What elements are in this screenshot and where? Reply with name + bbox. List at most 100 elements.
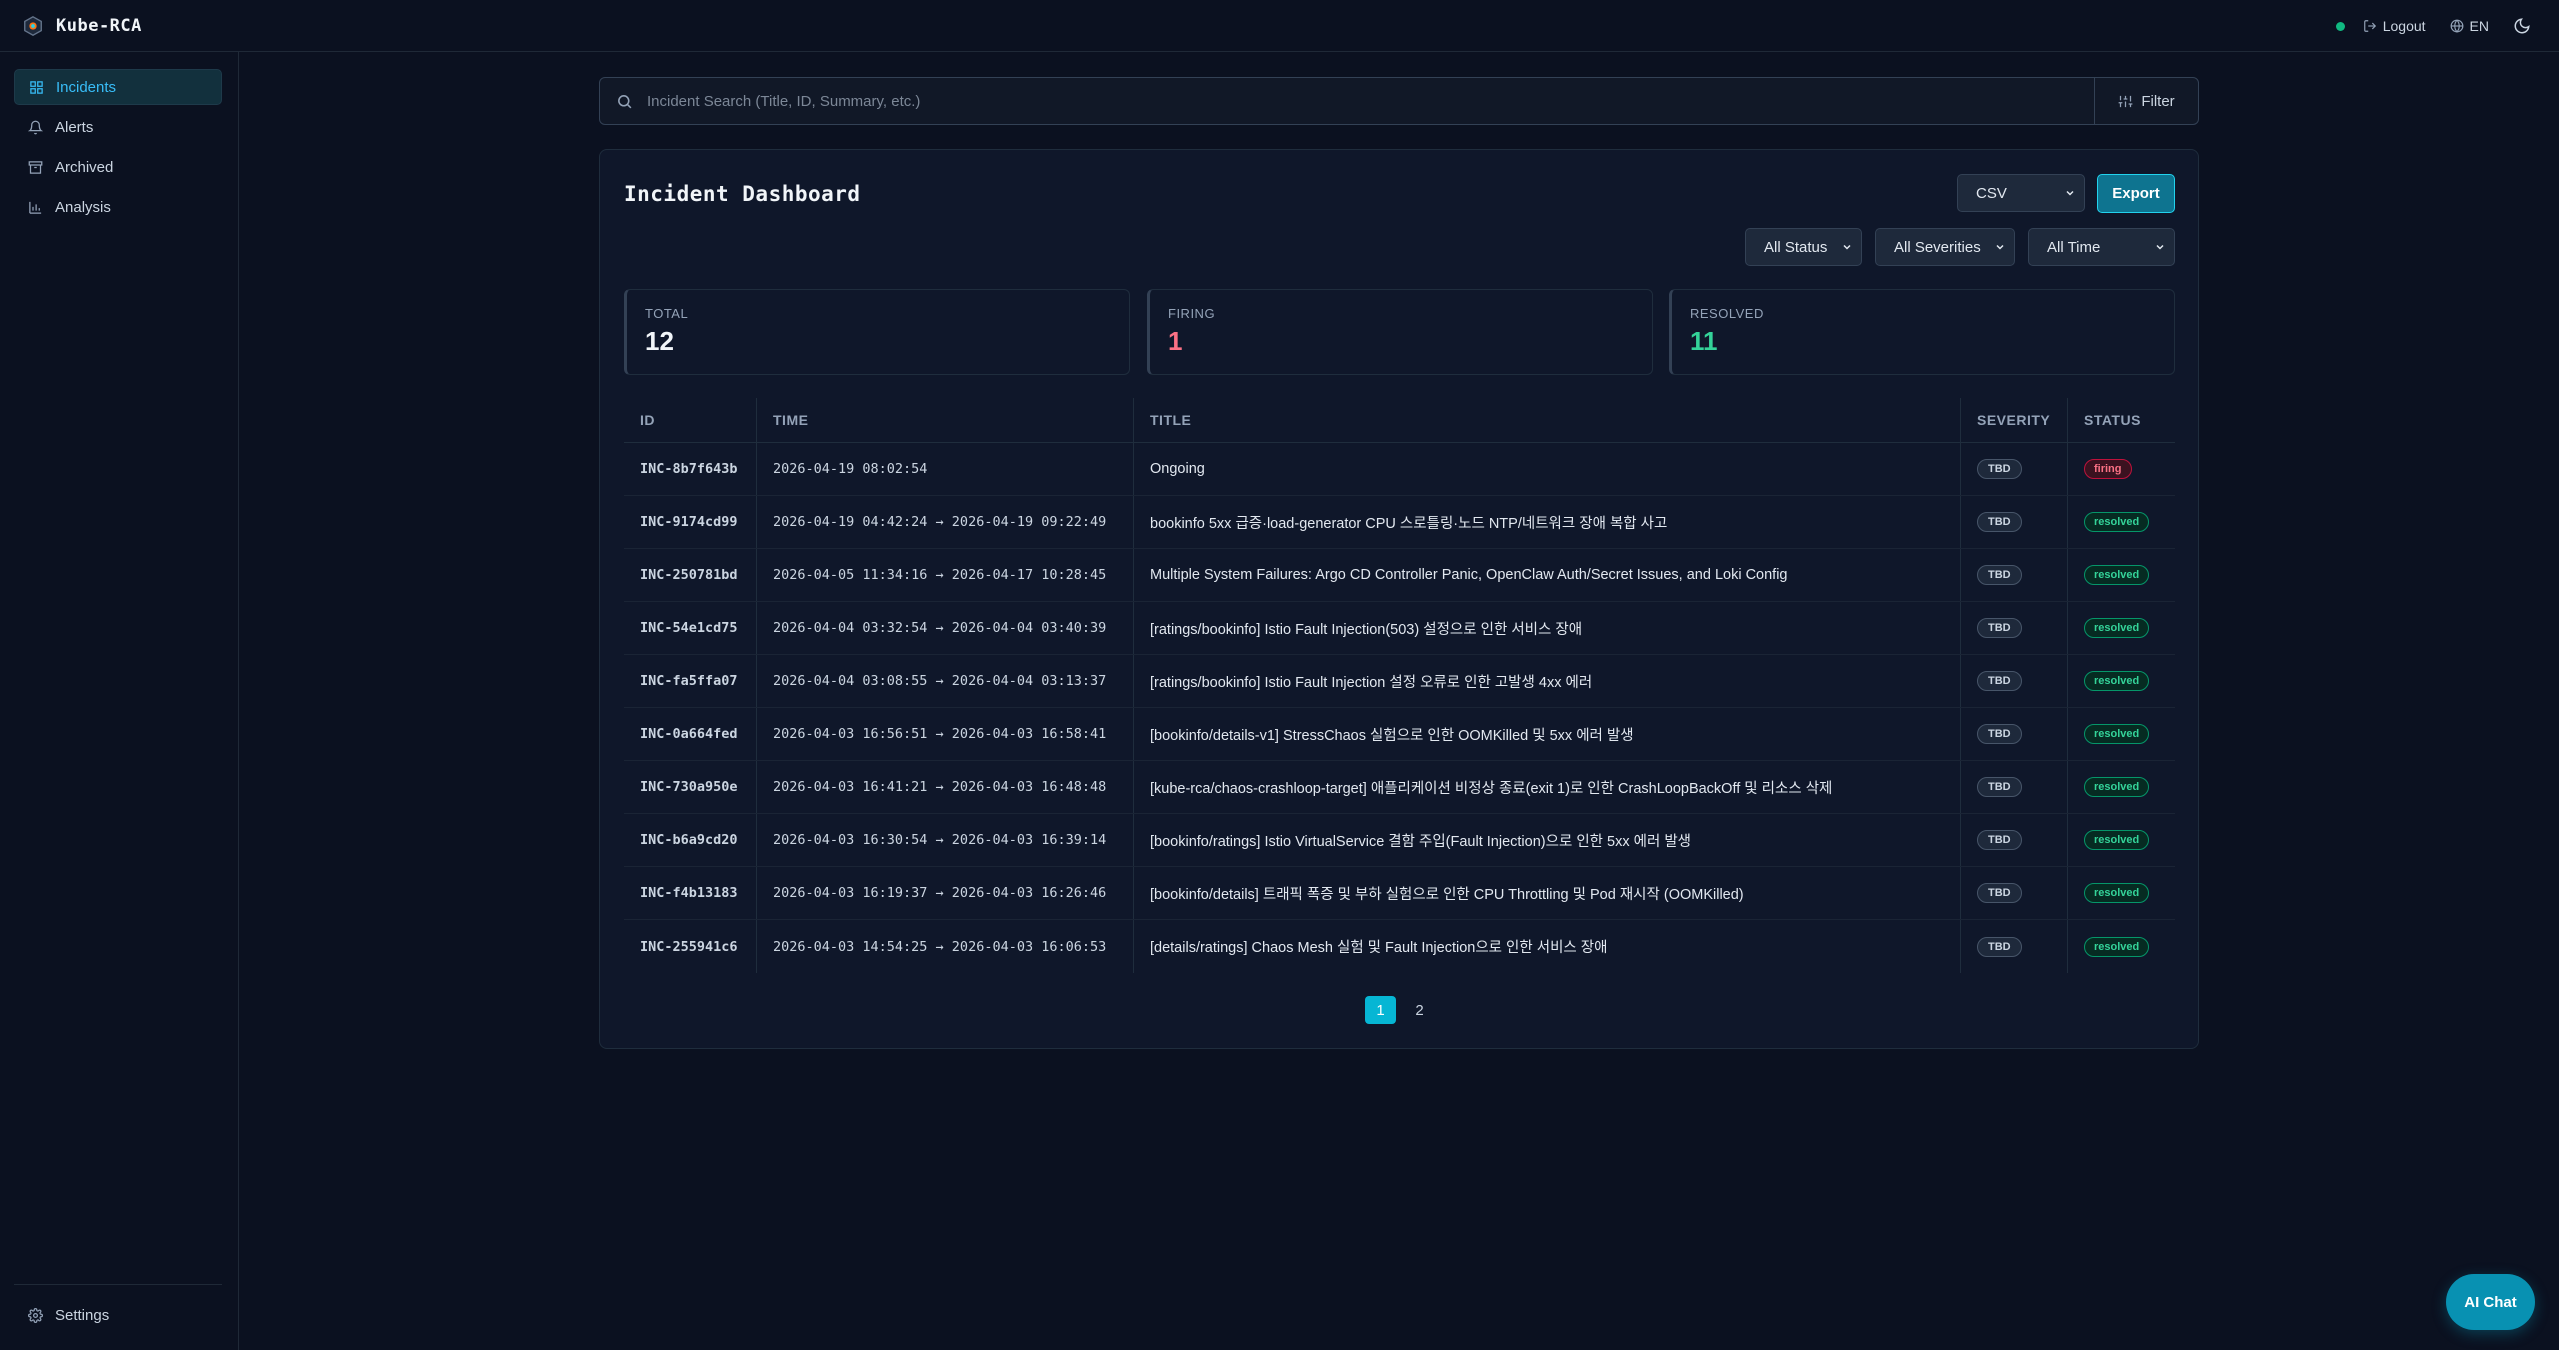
incident-time: 2026-04-19 08:02:54 [757, 443, 1134, 495]
sliders-icon [2118, 95, 2133, 107]
table-row[interactable]: INC-8b7f643b 2026-04-19 08:02:54 Ongoing… [624, 443, 2175, 496]
table-row[interactable]: INC-f4b13183 2026-04-03 16:19:37 → 2026-… [624, 867, 2175, 920]
incident-time: 2026-04-03 14:54:25 → 2026-04-03 16:06:5… [757, 920, 1134, 973]
incident-id: INC-730a950e [624, 761, 757, 813]
severity-badge: TBD [1977, 883, 2022, 903]
sidebar-item-archived[interactable]: Archived [14, 149, 222, 185]
filter-button[interactable]: Filter [2094, 78, 2198, 124]
sidebar-item-incidents[interactable]: Incidents [14, 69, 222, 105]
stat-value-resolved: 11 [1690, 326, 1718, 356]
incident-time: 2026-04-04 03:08:55 → 2026-04-04 03:13:3… [757, 655, 1134, 707]
status-badge: resolved [2084, 512, 2150, 532]
severity-badge: TBD [1977, 724, 2022, 744]
incident-time: 2026-04-05 11:34:16 → 2026-04-17 10:28:4… [757, 549, 1134, 601]
brand[interactable]: Kube-RCA [22, 15, 142, 37]
export-format-select[interactable]: CSV [1957, 174, 2085, 212]
column-header-status[interactable]: STATUS [2068, 398, 2175, 442]
column-header-id[interactable]: ID [624, 398, 757, 442]
table-body: INC-8b7f643b 2026-04-19 08:02:54 Ongoing… [624, 443, 2175, 973]
pagination: 1 2 [600, 996, 2200, 1024]
stat-label: RESOLVED [1690, 306, 1764, 321]
time-filter-value: All Time [2047, 238, 2101, 256]
time-filter-select[interactable]: All Time [2028, 228, 2175, 266]
sidebar-divider [14, 1284, 222, 1285]
incident-title: [details/ratings] Chaos Mesh 실험 및 Fault … [1134, 920, 1961, 973]
table-header: ID TIME TITLE SEVERITY STATUS [624, 398, 2175, 443]
incident-dashboard-panel: Incident Dashboard CSV Export All Status… [599, 149, 2199, 1049]
connection-status-dot [2335, 21, 2345, 31]
archive-icon [28, 160, 43, 174]
table-row[interactable]: INC-fa5ffa07 2026-04-04 03:08:55 → 2026-… [624, 655, 2175, 708]
severity-badge: TBD [1977, 565, 2022, 585]
page-button-2[interactable]: 2 [1404, 996, 1435, 1024]
sidebar-item-alerts[interactable]: Alerts [14, 109, 222, 145]
globe-icon [2450, 19, 2463, 33]
sidebar-item-label: Analysis [55, 198, 111, 216]
status-badge: resolved [2084, 618, 2150, 638]
status-filter-value: All Status [1764, 238, 1828, 256]
table-row[interactable]: INC-b6a9cd20 2026-04-03 16:30:54 → 2026-… [624, 814, 2175, 867]
table-row[interactable]: INC-54e1cd75 2026-04-04 03:32:54 → 2026-… [624, 602, 2175, 655]
incident-id: INC-0a664fed [624, 708, 757, 760]
severity-badge: TBD [1977, 671, 2022, 691]
incident-id: INC-f4b13183 [624, 867, 757, 919]
chevron-down-icon [1843, 244, 1851, 250]
status-badge: resolved [2084, 830, 2150, 850]
table-row[interactable]: INC-255941c6 2026-04-03 14:54:25 → 2026-… [624, 920, 2175, 973]
theme-toggle-button[interactable] [2513, 17, 2531, 35]
sidebar-item-settings[interactable]: Settings [14, 1297, 222, 1333]
incident-id: INC-b6a9cd20 [624, 814, 757, 866]
search-input[interactable] [647, 92, 2094, 110]
incident-id: INC-255941c6 [624, 920, 757, 973]
stat-value-firing: 1 [1168, 326, 1183, 356]
column-header-severity[interactable]: SEVERITY [1961, 398, 2068, 442]
stat-card-total: TOTAL 12 [624, 289, 1130, 375]
status-badge: firing [2084, 459, 2132, 479]
chevron-down-icon [2066, 190, 2074, 196]
status-badge: resolved [2084, 777, 2150, 797]
incident-title: [bookinfo/ratings] Istio VirtualService … [1134, 814, 1961, 866]
logout-button[interactable]: Logout [2363, 18, 2426, 34]
export-button[interactable]: Export [2097, 174, 2175, 213]
severity-badge: TBD [1977, 618, 2022, 638]
table-row[interactable]: INC-730a950e 2026-04-03 16:41:21 → 2026-… [624, 761, 2175, 814]
stat-card-resolved: RESOLVED 11 [1669, 289, 2175, 375]
logout-icon [2363, 20, 2376, 32]
ai-chat-button[interactable]: AI Chat [2446, 1274, 2535, 1330]
page-button-1[interactable]: 1 [1365, 996, 1396, 1024]
incident-title: Ongoing [1134, 443, 1961, 495]
severity-badge: TBD [1977, 830, 2022, 850]
status-filter-select[interactable]: All Status [1745, 228, 1862, 266]
chevron-down-icon [1996, 244, 2004, 250]
incidents-table: ID TIME TITLE SEVERITY STATUS INC-8b7f64… [624, 398, 2175, 973]
incident-time: 2026-04-03 16:56:51 → 2026-04-03 16:58:4… [757, 708, 1134, 760]
language-label: EN [2469, 18, 2489, 34]
incident-time: 2026-04-19 04:42:24 → 2026-04-19 09:22:4… [757, 496, 1134, 548]
table-row[interactable]: INC-9174cd99 2026-04-19 04:42:24 → 2026-… [624, 496, 2175, 549]
dashboard-icon [30, 80, 43, 94]
filter-label: Filter [2141, 92, 2175, 110]
search-bar: Filter [599, 77, 2199, 125]
sidebar: Incidents Alerts Archived Analysis Setti… [0, 52, 239, 1350]
incident-time: 2026-04-03 16:41:21 → 2026-04-03 16:48:4… [757, 761, 1134, 813]
stat-card-firing: FIRING 1 [1147, 289, 1653, 375]
incident-id: INC-54e1cd75 [624, 602, 757, 654]
stat-value-total: 12 [645, 326, 674, 356]
table-row[interactable]: INC-0a664fed 2026-04-03 16:56:51 → 2026-… [624, 708, 2175, 761]
incident-title: [ratings/bookinfo] Istio Fault Injection… [1134, 602, 1961, 654]
incident-id: INC-9174cd99 [624, 496, 757, 548]
page-title: Incident Dashboard [624, 182, 861, 206]
sidebar-item-label: Settings [55, 1306, 110, 1324]
column-header-time[interactable]: TIME [757, 398, 1134, 442]
moon-icon [2514, 18, 2530, 34]
language-switch[interactable]: EN [2450, 18, 2489, 34]
severity-badge: TBD [1977, 936, 2022, 957]
severity-filter-select[interactable]: All Severities [1875, 228, 2015, 266]
table-row[interactable]: INC-250781bd 2026-04-05 11:34:16 → 2026-… [624, 549, 2175, 602]
sidebar-item-analysis[interactable]: Analysis [14, 189, 222, 225]
column-header-title[interactable]: TITLE [1134, 398, 1961, 442]
incident-title: [kube-rca/chaos-crashloop-target] 애플리케이션… [1134, 761, 1961, 813]
app-title: Kube-RCA [56, 15, 142, 36]
status-badge: resolved [2084, 565, 2150, 585]
logout-label: Logout [2382, 18, 2426, 34]
